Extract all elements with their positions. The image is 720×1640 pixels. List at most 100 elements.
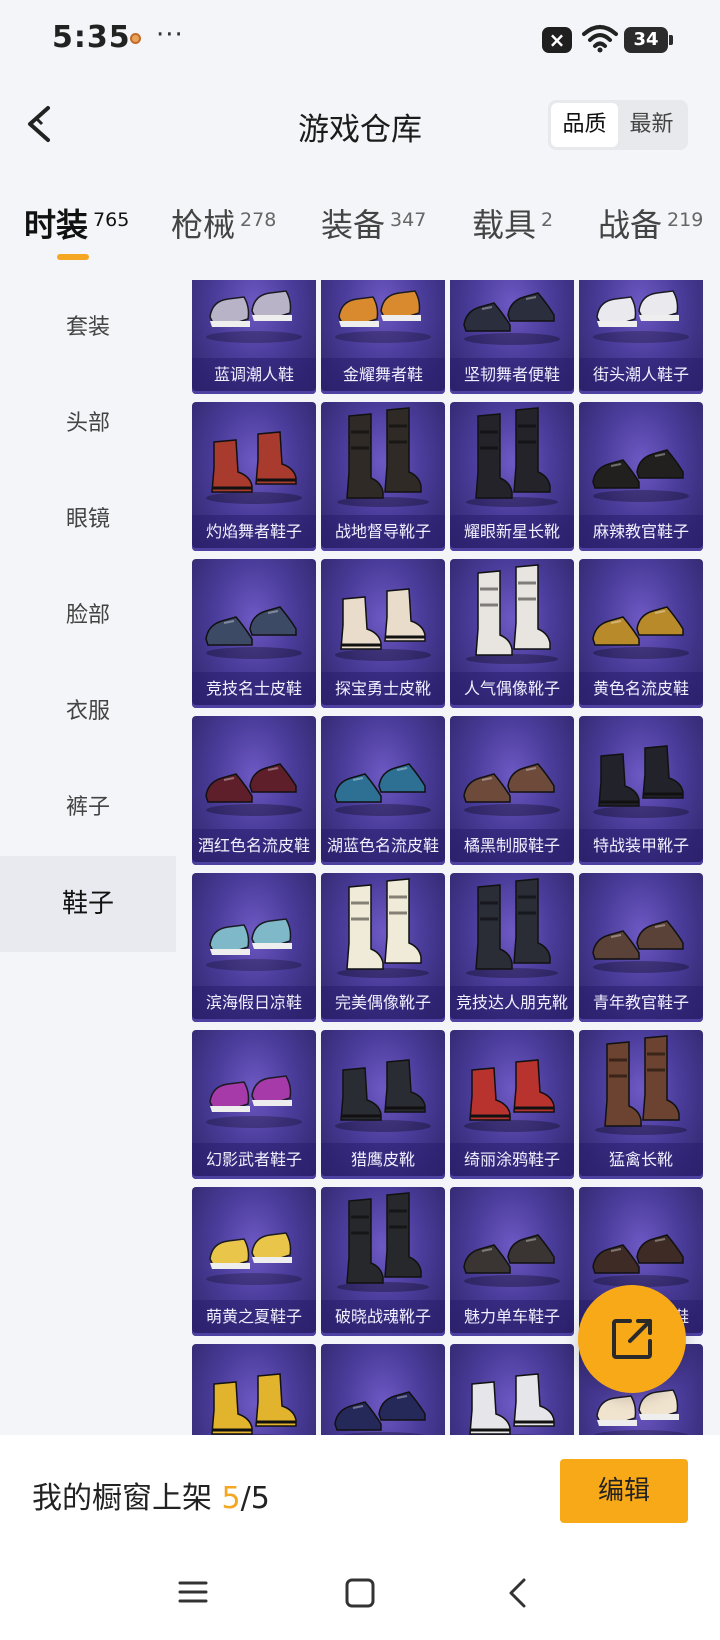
item-card[interactable]: 坚韧舞者便鞋 [450,280,574,394]
shoe-thumbnail [592,449,689,502]
item-card[interactable] [192,1344,316,1435]
item-card[interactable]: 破晓战魂靴子 [321,1187,445,1336]
status-bar: 5:35 ··· × 34 [0,0,720,80]
shoe-thumbnail [593,745,689,818]
tab-label: 时装 [24,206,89,244]
shoe-thumbnail [337,1192,429,1292]
item-card[interactable] [450,1344,574,1435]
tab-label: 装备 [321,206,386,244]
shoe-thumbnail [466,564,558,664]
item-card[interactable]: 探宝勇士皮靴 [321,559,445,708]
shoe-thumbnail [335,1059,431,1132]
tab-label: 战备 [598,206,663,244]
category-sidebar: 套装 头部 眼镜 脸部 衣服 裤子 鞋子 [0,280,176,1435]
category-pants[interactable]: 裤子 [0,760,176,856]
item-card[interactable]: 竞技达人朋克靴 [450,873,574,1022]
item-name: 酒红色名流皮鞋 [192,829,316,865]
sort-toggle[interactable]: 品质 最新 [548,100,688,150]
battery-icon: 34 [624,27,673,53]
sort-option-quality[interactable]: 品质 [551,103,618,147]
tab-fashion[interactable]: 时装 765 [24,200,129,246]
category-glasses[interactable]: 眼镜 [0,472,176,568]
item-card[interactable]: 酒红色名流皮鞋 [192,716,316,865]
item-name: 滨海假日凉鞋 [192,986,316,1022]
share-button[interactable] [578,1285,686,1393]
shoe-thumbnail [466,407,558,507]
item-card[interactable]: 战地督导靴子 [321,402,445,551]
item-card[interactable]: 竞技名士皮鞋 [192,559,316,708]
home-icon[interactable] [344,1577,376,1609]
showcase-status: 我的橱窗上架 5/5 [32,1473,270,1517]
category-face[interactable]: 脸部 [0,568,176,664]
item-name: 绮丽涂鸦鞋子 [450,1143,574,1179]
shoe-thumbnail [592,606,689,659]
item-card[interactable]: 猛禽长靴 [579,1030,703,1179]
tab-count: 347 [390,209,427,231]
item-grid-viewport[interactable]: 蓝调潮人鞋 金耀舞者鞋 坚韧舞者便鞋 街头潮人鞋子 灼焰舞者鞋子 战地督导靴子 [176,280,720,1435]
shoe-thumbnail [466,878,558,978]
shoe-thumbnail [595,1035,687,1135]
item-card[interactable]: 金耀舞者鞋 [321,280,445,394]
item-card[interactable]: 特战装甲靴子 [579,716,703,865]
shoe-thumbnail [337,878,429,978]
category-shoes[interactable]: 鞋子 [0,856,176,952]
item-name: 探宝勇士皮靴 [321,672,445,708]
more-notifications-icon: ··· [156,20,184,50]
item-name: 魅力单车鞋子 [450,1300,574,1336]
menu-icon[interactable] [178,1577,208,1607]
item-card[interactable]: 滨海假日凉鞋 [192,873,316,1022]
item-card[interactable]: 人气偶像靴子 [450,559,574,708]
item-name: 竞技名士皮鞋 [192,672,316,708]
item-card[interactable]: 麻辣教官鞋子 [579,402,703,551]
tab-count: 219 [667,209,704,231]
item-card[interactable]: 耀眼新星长靴 [450,402,574,551]
status-time: 5:35 [52,20,131,55]
edit-button[interactable]: 编辑 [560,1459,688,1523]
item-name: 蓝调潮人鞋 [192,358,316,394]
showcase-bar: 我的橱窗上架 5/5 编辑 [0,1435,720,1555]
item-card[interactable] [321,1344,445,1435]
item-name: 坚韧舞者便鞋 [450,358,574,394]
item-card[interactable]: 绮丽涂鸦鞋子 [450,1030,574,1179]
shoe-thumbnail [335,588,431,661]
shoe-thumbnail [593,290,689,343]
item-card[interactable]: 湖蓝色名流皮鞋 [321,716,445,865]
item-card[interactable]: 橘黑制服鞋子 [450,716,574,865]
item-name: 耀眼新星长靴 [450,515,574,551]
category-clothes[interactable]: 衣服 [0,664,176,760]
shoe-thumbnail [206,431,302,504]
tab-vehicles[interactable]: 载具 2 [472,200,553,246]
shoe-thumbnail [335,290,431,343]
item-card[interactable]: 街头潮人鞋子 [579,280,703,394]
shoe-thumbnail [206,1075,302,1128]
shoe-thumbnail [464,1059,560,1132]
item-card[interactable]: 黄色名流皮鞋 [579,559,703,708]
item-card[interactable]: 猎鹰皮靴 [321,1030,445,1179]
notification-dot-icon [130,33,141,44]
item-card[interactable]: 灼焰舞者鞋子 [192,402,316,551]
shoe-thumbnail [463,763,560,816]
item-name: 金耀舞者鞋 [321,358,445,394]
item-card[interactable]: 完美偶像靴子 [321,873,445,1022]
sort-option-newest[interactable]: 最新 [618,103,685,147]
item-card[interactable]: 蓝调潮人鞋 [192,280,316,394]
category-head[interactable]: 头部 [0,376,176,472]
tab-guns[interactable]: 枪械 278 [171,200,276,246]
tab-equipment[interactable]: 装备 347 [321,200,426,246]
item-card[interactable]: 萌黄之夏鞋子 [192,1187,316,1336]
showcase-separator: / [240,1481,251,1516]
back-icon[interactable] [506,1577,530,1609]
shoe-thumbnail [463,1234,560,1287]
item-card[interactable]: 幻影武者鞋子 [192,1030,316,1179]
shoe-thumbnail [206,290,302,343]
item-name: 黄色名流皮鞋 [579,672,703,708]
shoe-thumbnail [592,1234,689,1287]
item-name: 竞技达人朋克靴 [450,986,574,1022]
category-suit[interactable]: 套装 [0,280,176,376]
item-card[interactable]: 青年教官鞋子 [579,873,703,1022]
item-card[interactable]: 魅力单车鞋子 [450,1187,574,1336]
shoe-thumbnail [463,292,560,345]
shoe-thumbnail [337,407,429,507]
system-navigation-bar [0,1555,720,1640]
tab-supplies[interactable]: 战备 219 [598,200,703,246]
